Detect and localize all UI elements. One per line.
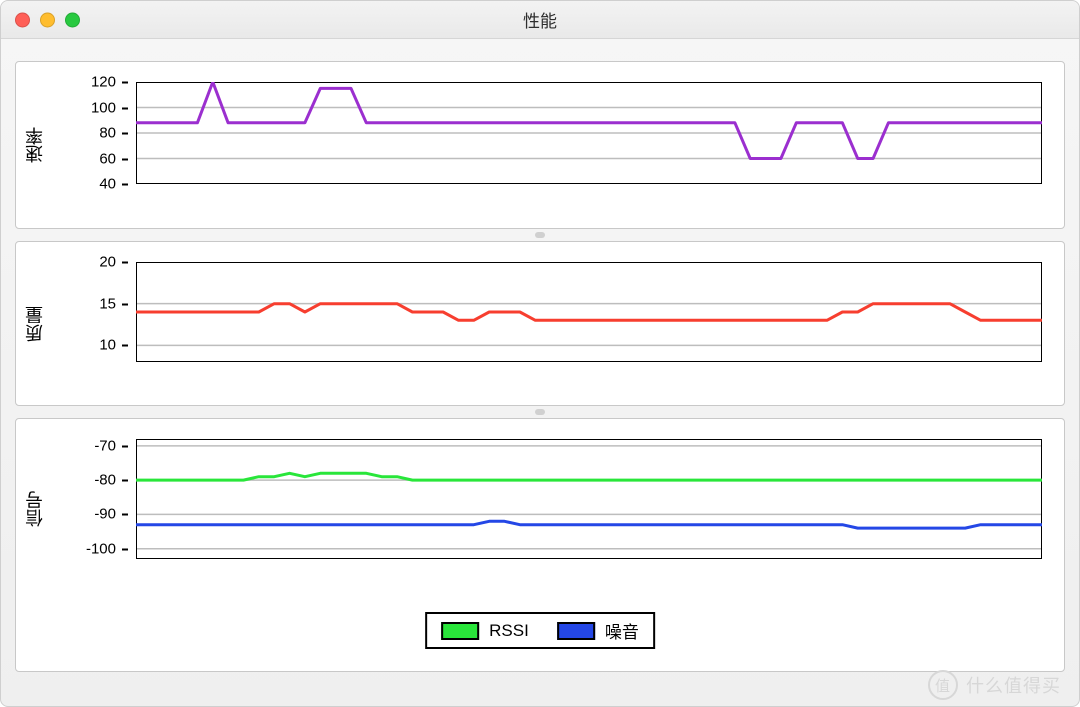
ylabel-signal: 信号 [22,491,48,527]
ylabel-rate: 速率 [22,127,48,163]
ytick: 80 [99,125,128,142]
ytick: 40 [99,176,128,193]
panel-quality: 质量 10 15 20 [15,241,1065,406]
plot-signal [136,439,1042,559]
ytick: 15 [99,295,128,312]
ytick: 60 [99,150,128,167]
yticks-rate: 406080100120 [78,82,128,184]
ytick: 10 [99,337,128,354]
yticks-signal: -100 -90 -80 -70 [78,439,128,559]
window-title: 性能 [1,7,1079,32]
ytick: 120 [91,74,128,91]
ytick: -100 [86,540,128,557]
ylabel-quality: 质量 [22,306,48,342]
content: 速率 406080100120 质量 101520 信号 -100-90-80-… [15,61,1065,692]
plot-rate [136,82,1042,184]
titlebar[interactable]: 性能 [1,1,1079,39]
legend-item-noise: 噪音 [557,618,639,643]
window: 性能 速率 406080100120 质量 101520 信号 -100-90-… [0,0,1080,707]
ytick: -70 [94,437,128,454]
split-handle[interactable] [15,229,1065,241]
panel-signal: 信号 -100 -90 -80 -70 RSSI 噪音 [15,418,1065,672]
yticks-quality: 101520 [78,262,128,362]
legend: RSSI 噪音 [425,612,655,649]
legend-label-noise: 噪音 [605,618,639,643]
legend-item-rssi: RSSI [441,621,529,641]
plot-quality [136,262,1042,362]
panel-rate: 速率 40 60 80 100 120 [15,61,1065,229]
grip-icon [535,232,545,238]
split-handle[interactable] [15,406,1065,418]
legend-swatch-rssi [441,622,479,640]
ytick: 20 [99,254,128,271]
legend-label-rssi: RSSI [489,621,529,641]
legend-swatch-noise [557,622,595,640]
ytick: -80 [94,472,128,489]
ytick: -90 [94,506,128,523]
grip-icon [535,409,545,415]
ytick: 100 [91,99,128,116]
